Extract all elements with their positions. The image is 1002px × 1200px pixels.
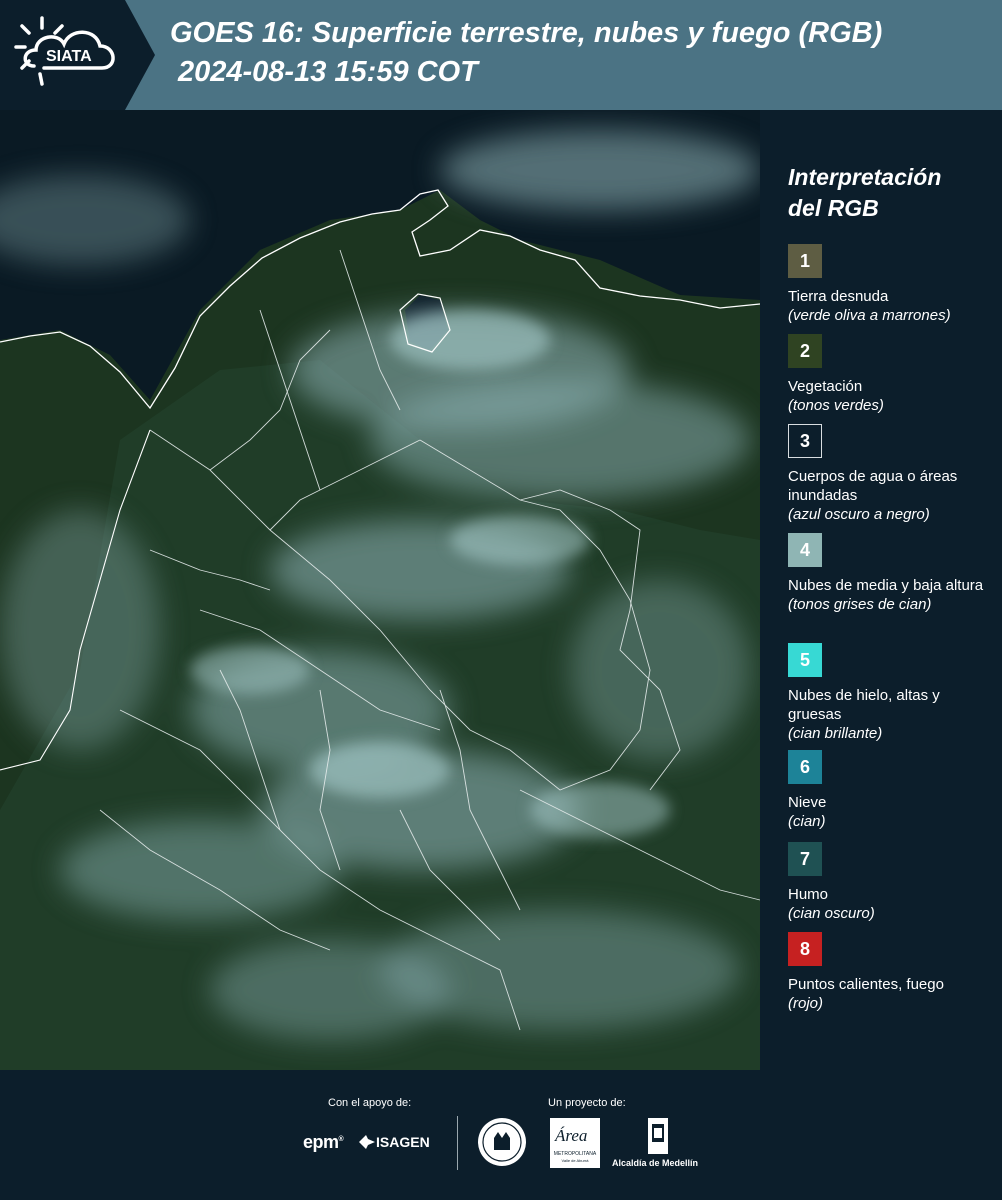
university-seal-icon bbox=[478, 1118, 526, 1166]
legend-desc: (verde oliva a marrones) bbox=[788, 307, 951, 324]
legend-title-line2: del RGB bbox=[788, 195, 879, 221]
legend-desc: (azul oscuro a negro) bbox=[788, 506, 930, 523]
legend-item-hotspots: 8 Puntos calientes, fuego (rojo) bbox=[788, 932, 993, 1013]
swatch-2: 2 bbox=[788, 334, 822, 368]
swatch-6: 6 bbox=[788, 750, 822, 784]
legend-label: Cuerpos de agua o áreas inundadas bbox=[788, 468, 958, 504]
swatch-4: 4 bbox=[788, 533, 822, 567]
swatch-1: 1 bbox=[788, 244, 822, 278]
legend-desc: (cian brillante) bbox=[788, 725, 883, 742]
header-bar: SIATA GOES 16: Superficie terrestre, nub… bbox=[0, 0, 1002, 110]
legend-desc: (rojo) bbox=[788, 995, 824, 1012]
page-title: GOES 16: Superficie terrestre, nubes y f… bbox=[170, 17, 883, 49]
logo-text: SIATA bbox=[46, 48, 92, 65]
legend-item-smoke: 7 Humo (cian oscuro) bbox=[788, 842, 993, 923]
isagen-logo: ISAGEN bbox=[358, 1134, 430, 1150]
legend-label: Humo bbox=[788, 886, 829, 903]
legend-desc: (cian) bbox=[788, 813, 826, 830]
legend-label: Nieve bbox=[788, 794, 827, 811]
satellite-image bbox=[0, 110, 760, 1070]
legend-item-snow: 6 Nieve (cian) bbox=[788, 750, 993, 831]
project-caption: Un proyecto de: bbox=[548, 1097, 626, 1109]
legend-label: Vegetación bbox=[788, 378, 863, 395]
legend-item-mid-low-clouds: 4 Nubes de media y baja altura (tonos gr… bbox=[788, 533, 993, 614]
timestamp: 2024-08-13 15:59 COT bbox=[178, 56, 478, 88]
epm-logo: epm® bbox=[303, 1132, 344, 1152]
alcaldia-label: Alcaldía de Medellín bbox=[612, 1158, 699, 1168]
swatch-7: 7 bbox=[788, 842, 822, 876]
swatch-3: 3 bbox=[788, 424, 822, 458]
legend-label: Puntos calientes, fuego bbox=[788, 976, 944, 993]
alcaldia-crest-icon bbox=[648, 1118, 668, 1154]
rgb-legend: Interpretación del RGB 1 Tierra desnuda … bbox=[760, 110, 1002, 1070]
footer-divider bbox=[457, 1116, 458, 1170]
swatch-5: 5 bbox=[788, 643, 822, 677]
legend-desc: (tonos grises de cian) bbox=[788, 596, 932, 613]
siata-logo: SIATA bbox=[0, 0, 155, 110]
swatch-8: 8 bbox=[788, 932, 822, 966]
legend-item-vegetation: 2 Vegetación (tonos verdes) bbox=[788, 334, 993, 415]
area-metropolitana-logo: Área METROPOLITANA Valle de Aburrá bbox=[550, 1118, 600, 1168]
legend-label: Nubes de hielo, altas y gruesas bbox=[788, 687, 940, 723]
legend-label: Nubes de media y baja altura bbox=[788, 577, 984, 594]
legend-item-ice-clouds: 5 Nubes de hielo, altas y gruesas (cian … bbox=[788, 643, 993, 743]
sun-cloud-icon: SIATA bbox=[14, 16, 115, 86]
legend-desc: (tonos verdes) bbox=[788, 397, 884, 414]
legend-item-bare-soil: 1 Tierra desnuda (verde oliva a marrones… bbox=[788, 244, 993, 325]
satellite-map[interactable] bbox=[0, 110, 760, 1070]
legend-item-water: 3 Cuerpos de agua o áreas inundadas (azu… bbox=[788, 424, 993, 524]
legend-title: Interpretación del RGB bbox=[788, 162, 988, 224]
legend-title-line1: Interpretación bbox=[788, 164, 942, 190]
legend-label: Tierra desnuda bbox=[788, 288, 889, 305]
support-caption: Con el apoyo de: bbox=[328, 1097, 412, 1109]
legend-desc: (cian oscuro) bbox=[788, 905, 875, 922]
isagen-mark-icon bbox=[359, 1135, 375, 1149]
footer: Con el apoyo de: Un proyecto de: epm® IS… bbox=[0, 1070, 1002, 1200]
